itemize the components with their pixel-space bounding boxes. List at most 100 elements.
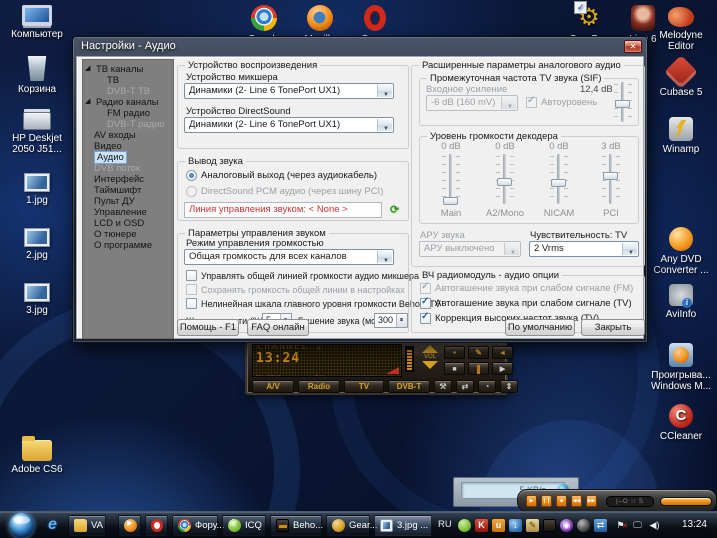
desktop-icon-2jpg[interactable]: 2.jpg [4,228,70,261]
behold-tray-icon[interactable] [543,519,556,532]
checkbox-checked-icon[interactable] [420,298,431,309]
pause-button[interactable] [468,362,489,375]
volume-tray-icon[interactable]: ◀) [648,519,661,532]
desktop-icon-windows-media-player[interactable]: Проигрыва... Windows M... [648,343,714,392]
snapshot-button[interactable] [444,346,465,359]
desktop-icon-hp-deskjet[interactable]: HP Deskjet 2050 J51... [4,112,70,155]
tree-item-av-inputs[interactable]: AV входы [83,130,173,141]
refresh-sound-lines-icon[interactable] [390,203,404,217]
tree-item-control[interactable]: Управление [83,207,173,218]
gray-app-tray-icon[interactable] [577,519,590,532]
analog-output-radio-row[interactable]: Аналоговый выход (через аудиокабель) [186,170,377,181]
tree-item-remote[interactable]: Пульт ДУ [83,196,173,207]
player-pause-button[interactable]: ❙❙ [541,495,552,507]
taskbar-button-behold-tv[interactable]: Beho... [270,515,322,536]
desktop-icon-computer[interactable]: Компьютер [4,5,70,40]
close-icon[interactable] [624,40,642,53]
tree-item-interface[interactable]: Интерфейс [83,174,173,185]
mixer-device-select[interactable]: Динамики (2- Line 6 TonePort UX1) [184,83,394,99]
edit-button[interactable] [468,346,489,359]
tree-item-timeshift[interactable]: Таймшифт [83,185,173,196]
network-error-tray-icon[interactable]: ⚑✕ [614,519,627,532]
tree-expand-icon[interactable] [85,65,93,73]
tv-mode-button[interactable]: TV [344,380,384,393]
close-button[interactable]: Закрыть [581,319,645,336]
taskbar-button-media-player[interactable] [118,515,141,536]
taskbar-button-3jpg[interactable]: 3.jpg ... [374,515,432,536]
tree-expand-icon[interactable] [85,98,93,106]
defaults-button[interactable]: По умолчанию [505,319,575,336]
mute-time-spinner[interactable]: 300 [374,313,408,328]
taskbar-button-gearbox[interactable]: Gear... [326,515,370,536]
tree-item-fm-radio[interactable]: FM радио [83,108,173,119]
volume-down-icon[interactable] [422,361,438,369]
desktop-icon-melodyne[interactable]: Melodyne Editor [648,7,714,52]
directsound-device-select[interactable]: Динамики (2- Line 6 TonePort UX1) [184,117,394,133]
volume-slider[interactable] [494,154,516,204]
volume-up-icon[interactable] [422,345,438,353]
radio-mode-button[interactable]: Radio [298,380,340,393]
settings-wrench-button[interactable] [434,380,452,393]
player-play-button[interactable]: ▶ [526,495,537,507]
taskbar-button-forum-chrome[interactable]: Фору... [172,515,218,536]
slider-thumb[interactable] [497,178,512,186]
taskbar-button-icq[interactable]: ICQ [222,515,266,536]
desktop-icon-recycle-bin[interactable]: Корзина [4,56,70,95]
play-button[interactable] [492,362,513,375]
player-forward-button[interactable]: ▶▶ [586,495,597,507]
nonlinear-scale-checkbox-row[interactable]: Нелинейная шкала главного уровня громкос… [186,298,441,309]
faq-button[interactable]: FAQ онлайн [247,319,309,336]
checkbox-checked-icon[interactable] [420,313,431,324]
help-button[interactable]: Помощь - F1 [177,319,239,336]
punto-switcher-tray-icon[interactable]: ✎ [526,519,539,532]
tree-item-tv-channels[interactable]: ТВ каналы [83,64,173,75]
tree-item-radio-channels[interactable]: Радио каналы [83,97,173,108]
tree-item-about-tuner[interactable]: О тюнере [83,229,173,240]
volume-mode-select[interactable]: Общая громкость для всех каналов [184,249,394,265]
slider-thumb[interactable] [603,172,618,180]
desktop-icon-anydvd-converter[interactable]: Any DVD Converter ... [648,227,714,276]
taskbar-button-opera[interactable] [145,515,168,536]
desktop-icon-winamp[interactable]: Winamp [648,117,714,155]
tv-automute-checkbox-row[interactable]: Автогашение звука при слабом сигнале (TV… [420,298,632,309]
language-indicator[interactable]: RU [438,519,452,530]
player-stop-button[interactable]: ■ [556,495,567,507]
download-master-tray-icon[interactable]: ↓ [509,519,522,532]
stop-button[interactable] [444,362,465,375]
slider-thumb[interactable] [443,197,458,205]
sync-tray-icon[interactable]: ⇄ [594,519,607,532]
master-line-checkbox-row[interactable]: Управлять общей линией громкости аудио м… [186,270,419,281]
tree-item-about-program[interactable]: О программе [83,240,173,251]
kaspersky-tray-icon[interactable]: K [475,519,488,532]
volume-slider[interactable] [548,154,570,204]
internet-explorer-quicklaunch-icon[interactable] [48,516,66,534]
slider-thumb[interactable] [551,179,566,187]
dvbt-mode-button[interactable]: DVB-T [388,380,430,393]
desktop-icon-adobe-cs6[interactable]: Adobe CS6 [4,440,70,475]
display-tray-icon[interactable]: 🖵 [631,519,644,532]
desktop-icon-aviinfo[interactable]: AviInfo [648,284,714,320]
start-button[interactable] [9,513,34,538]
volume-slider[interactable] [600,154,622,204]
desktop-icon-1jpg[interactable]: 1.jpg [4,173,70,206]
checkbox-unchecked-icon[interactable] [186,298,197,309]
radio-selected-icon[interactable] [186,170,197,181]
desktop-icon-cubase[interactable]: Cubase 5 [648,60,714,98]
player-progress-bar[interactable] [660,497,712,506]
volume-slider[interactable] [440,154,462,204]
sensitivity-select[interactable]: 2 Vrms [529,241,639,257]
icq-tray-icon[interactable] [458,519,471,532]
purple-app-tray-icon[interactable]: ◉ [560,519,573,532]
player-rewind-button[interactable]: ◀◀ [571,495,582,507]
dialog-titlebar[interactable]: Настройки - Аудио [73,37,647,56]
desktop-icon-3jpg[interactable]: 3.jpg [4,283,70,316]
taskbar-button-va-folder[interactable]: VA [68,515,106,536]
timer-button[interactable] [478,380,496,393]
mute-button[interactable] [492,346,513,359]
tree-item-lcd-osd[interactable]: LCD и OSD [83,218,173,229]
loop-button[interactable] [456,380,474,393]
channel-updown-button[interactable] [500,380,518,393]
spinner-arrows-icon[interactable] [396,314,407,327]
av-mode-button[interactable]: A/V [252,380,294,393]
tree-item-tv[interactable]: ТВ [83,75,173,86]
